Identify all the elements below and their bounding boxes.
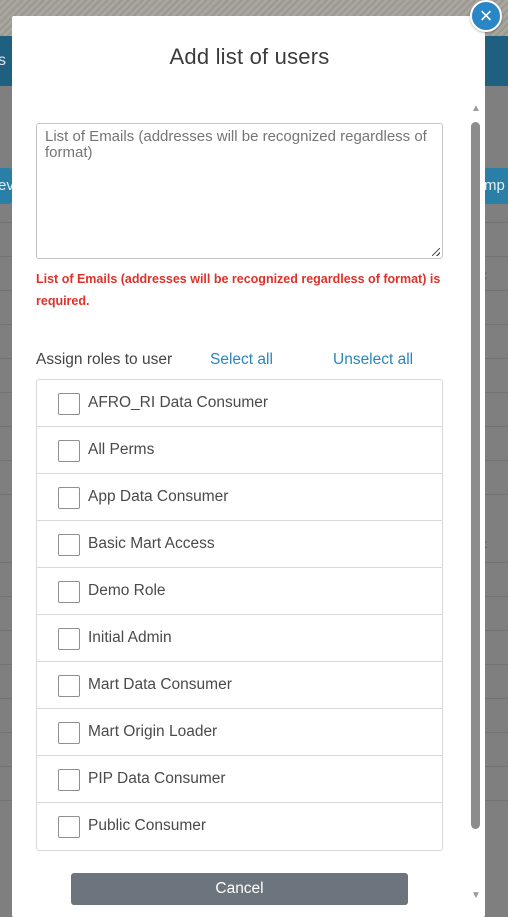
- background-row-divider: [0, 596, 12, 597]
- roles-list: AFRO_RI Data Consumer All Perms App Data…: [36, 379, 443, 851]
- modal-title: Add list of users: [169, 44, 330, 69]
- background-row-divider: [0, 392, 12, 393]
- background-row-divider: [484, 596, 508, 597]
- background-row-divider: [484, 222, 508, 223]
- background-row-divider: [484, 562, 508, 563]
- background-row-divider: [0, 664, 12, 665]
- assign-roles-label: Assign roles to user: [36, 351, 173, 368]
- close-button[interactable]: ×: [470, 0, 502, 32]
- add-users-modal: Add list of users List of Emails (addres…: [12, 16, 485, 917]
- unselect-all-link[interactable]: Unselect all: [333, 351, 413, 369]
- role-label: Demo Role: [88, 582, 166, 599]
- role-checkbox[interactable]: [58, 440, 80, 462]
- background-row-divider: [0, 222, 12, 223]
- role-label: Basic Mart Access: [88, 535, 215, 552]
- role-label: All Perms: [88, 441, 155, 458]
- role-label: AFRO_RI Data Consumer: [88, 394, 269, 411]
- role-item[interactable]: Basic Mart Access: [37, 521, 442, 568]
- background-row-divider: [0, 698, 12, 699]
- role-checkbox[interactable]: [58, 534, 80, 556]
- background-row-divider: [0, 426, 12, 427]
- role-item[interactable]: All Perms: [37, 427, 442, 474]
- role-checkbox[interactable]: [58, 393, 80, 415]
- background-row-divider: [484, 358, 508, 359]
- background-row-divider: [484, 800, 508, 801]
- scroll-down-icon[interactable]: ▼: [470, 890, 482, 902]
- background-row-divider: [0, 256, 12, 257]
- background-row-divider: [484, 460, 508, 461]
- role-checkbox[interactable]: [58, 487, 80, 509]
- background-row-divider: [484, 324, 508, 325]
- role-checkbox[interactable]: [58, 628, 80, 650]
- background-row-divider: [0, 358, 12, 359]
- role-label: Mart Origin Loader: [88, 723, 218, 740]
- background-row-divider: [0, 766, 12, 767]
- role-checkbox[interactable]: [58, 769, 80, 791]
- background-header-text: s: [0, 52, 6, 69]
- role-item[interactable]: Public Consumer: [37, 803, 442, 850]
- scroll-up-icon[interactable]: ▲: [470, 103, 482, 115]
- background-row-divider: [0, 630, 12, 631]
- background-row-divider: [484, 494, 508, 495]
- role-item[interactable]: AFRO_RI Data Consumer: [37, 380, 442, 427]
- role-checkbox[interactable]: [58, 816, 80, 838]
- background-row-divider: [0, 460, 12, 461]
- role-item[interactable]: Initial Admin: [37, 615, 442, 662]
- close-icon: ×: [479, 3, 493, 28]
- role-item[interactable]: PIP Data Consumer: [37, 756, 442, 803]
- background-row-divider: [0, 324, 12, 325]
- background-row-divider: [0, 732, 12, 733]
- background-row-divider: [0, 494, 12, 495]
- background-row-divider: [0, 800, 12, 801]
- role-item[interactable]: Demo Role: [37, 568, 442, 615]
- background-row-divider: [484, 256, 508, 257]
- background-right-button: mp: [484, 168, 508, 204]
- background-row-divider: [484, 290, 508, 291]
- role-checkbox[interactable]: [58, 675, 80, 697]
- emails-textarea[interactable]: [36, 123, 443, 259]
- role-item[interactable]: Mart Origin Loader: [37, 709, 442, 756]
- cancel-button[interactable]: Cancel: [71, 873, 408, 905]
- emails-error-message: List of Emails (addresses will be recogn…: [36, 272, 441, 308]
- role-label: Mart Data Consumer: [88, 676, 232, 693]
- background-row-divider: [484, 732, 508, 733]
- background-row-divider: [484, 392, 508, 393]
- role-label: App Data Consumer: [88, 488, 229, 505]
- background-row-divider: [484, 766, 508, 767]
- background-row-divider: [0, 562, 12, 563]
- role-checkbox[interactable]: [58, 581, 80, 603]
- role-label: Public Consumer: [88, 817, 207, 834]
- background-row-divider: [484, 698, 508, 699]
- background-left-button: ev: [0, 168, 12, 204]
- resize-grip-icon[interactable]: [432, 248, 440, 256]
- role-item[interactable]: Mart Data Consumer: [37, 662, 442, 709]
- background-row-divider: [484, 426, 508, 427]
- role-item[interactable]: App Data Consumer: [37, 474, 442, 521]
- role-checkbox[interactable]: [58, 722, 80, 744]
- background-row-divider: [484, 664, 508, 665]
- role-label: PIP Data Consumer: [88, 770, 226, 787]
- background-row-divider: [0, 290, 12, 291]
- role-label: Initial Admin: [88, 629, 172, 646]
- background-row-divider: [484, 630, 508, 631]
- scrollbar-thumb[interactable]: [471, 122, 480, 829]
- select-all-link[interactable]: Select all: [210, 351, 273, 369]
